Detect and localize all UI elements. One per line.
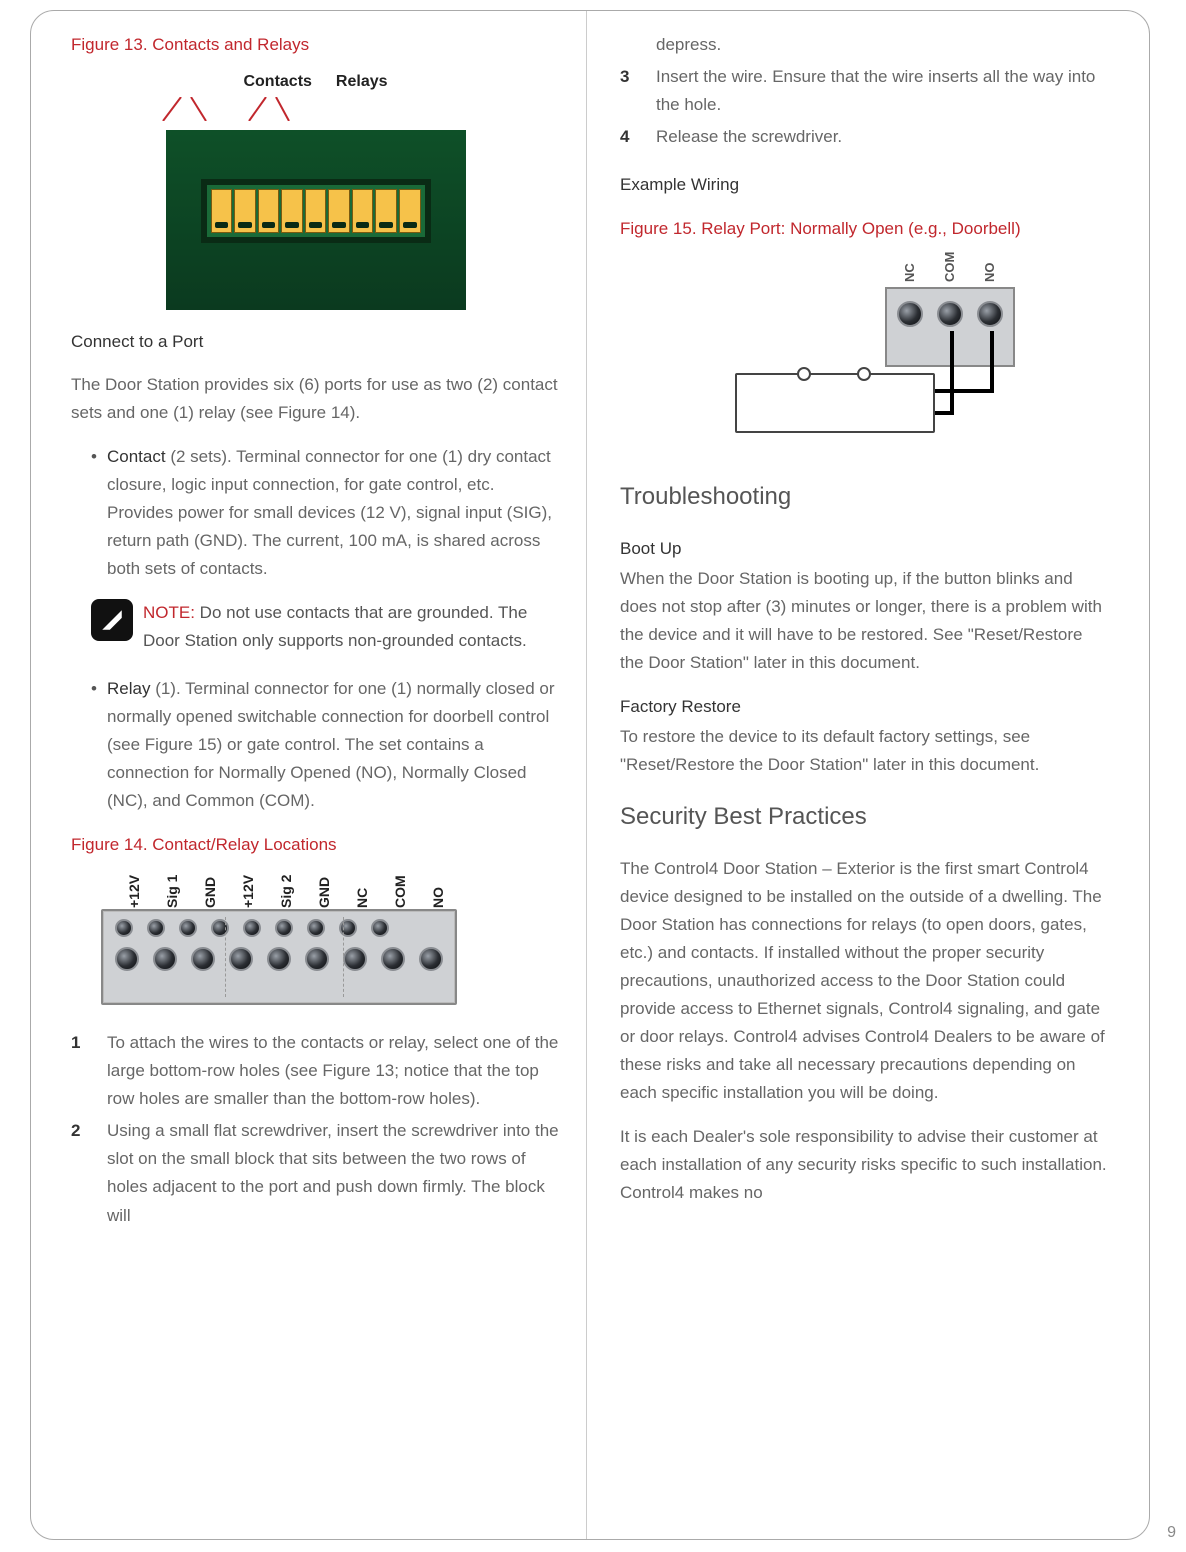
factory-restore-paragraph: To restore the device to its default fac… <box>620 723 1109 779</box>
bullet-contact: Contact (2 sets). Terminal connector for… <box>91 443 560 583</box>
lbl-12v-a: +12V <box>106 870 146 908</box>
connect-to-port-heading: Connect to a Port <box>71 328 560 356</box>
page-frame: Figure 13. Contacts and Relays Contacts … <box>30 10 1150 1540</box>
step-4-text: Release the screwdriver. <box>656 123 1109 151</box>
terminal-block-9 <box>101 909 457 1005</box>
note-row: NOTE: Do not use contacts that are groun… <box>91 599 560 655</box>
lbl15-nc: NC <box>890 254 920 282</box>
right-column: depress. 3 Insert the wire. Ensure that t… <box>620 31 1109 1519</box>
contact-text: (2 sets). Terminal connector for one (1)… <box>107 447 552 578</box>
lbl15-no: NO <box>970 254 1000 282</box>
step-num-1: 1 <box>71 1029 89 1113</box>
lbl-12v-b: +12V <box>220 870 260 908</box>
figure-14-labels: +12V Sig 1 GND +12V Sig 2 GND NC COM NO <box>101 869 461 909</box>
pcb-terminal-icon <box>201 179 431 243</box>
relay-text: (1). Terminal connector for one (1) norm… <box>107 679 555 810</box>
step-num-3: 3 <box>620 63 638 119</box>
term-relay: Relay <box>107 679 150 698</box>
note-text: Do not use contacts that are grounded. T… <box>143 603 527 650</box>
note-body: NOTE: Do not use contacts that are groun… <box>143 599 560 655</box>
label-contacts: Contacts <box>243 69 311 95</box>
steps-cont: depress. 3 Insert the wire. Ensure that t… <box>620 31 1109 151</box>
figure-14: +12V Sig 1 GND +12V Sig 2 GND NC COM NO <box>101 869 461 1005</box>
step-2-text: Using a small flat screwdriver, insert t… <box>107 1117 560 1229</box>
example-wiring-heading: Example Wiring <box>620 171 1109 199</box>
step-cont-blank <box>620 31 638 59</box>
lbl-com: COM <box>372 870 412 908</box>
lbl-nc: NC <box>334 870 374 908</box>
lbl-gnd-a: GND <box>182 870 222 908</box>
factory-restore-heading: Factory Restore <box>620 693 1109 721</box>
troubleshooting-heading: Troubleshooting <box>620 477 1109 517</box>
lbl-sig2: Sig 2 <box>258 870 298 908</box>
figure-13-arrows <box>71 97 371 121</box>
lbl-gnd-b: GND <box>296 870 336 908</box>
term-contact: Contact <box>107 447 166 466</box>
figure-13-labels: Contacts Relays <box>71 69 560 95</box>
bullet-relay: Relay (1). Terminal connector for one (1… <box>91 675 560 815</box>
security-paragraph-1: The Control4 Door Station – Exterior is … <box>620 855 1109 1107</box>
step-1-text: To attach the wires to the contacts or r… <box>107 1029 560 1113</box>
lbl15-com: COM <box>930 254 960 282</box>
steps-1-2: 1To attach the wires to the contacts or … <box>71 1029 560 1229</box>
page-number: 9 <box>1167 1520 1176 1546</box>
lbl-sig1: Sig 1 <box>144 870 184 908</box>
figure-13-photo <box>166 130 466 310</box>
step-num-4: 4 <box>620 123 638 151</box>
figure-15-device <box>735 373 935 433</box>
connect-to-port-paragraph: The Door Station provides six (6) ports … <box>71 371 560 427</box>
security-paragraph-2: It is each Dealer's sole responsibility … <box>620 1123 1109 1207</box>
note-icon <box>91 599 133 641</box>
column-divider <box>586 11 587 1539</box>
figure-13-caption: Figure 13. Contacts and Relays <box>71 31 560 59</box>
figure-15-caption: Figure 15. Relay Port: Normally Open (e.… <box>620 215 1109 243</box>
note-label: NOTE: <box>143 603 195 622</box>
left-column: Figure 13. Contacts and Relays Contacts … <box>71 31 560 1519</box>
figure-14-caption: Figure 14. Contact/Relay Locations <box>71 831 560 859</box>
step-num-2: 2 <box>71 1117 89 1229</box>
lbl-no: NO <box>410 870 450 908</box>
bootup-paragraph: When the Door Station is booting up, if … <box>620 565 1109 677</box>
label-relays: Relays <box>336 69 388 95</box>
bootup-heading: Boot Up <box>620 535 1109 563</box>
security-heading: Security Best Practices <box>620 797 1109 837</box>
figure-15-labels: NC COM NO <box>891 253 999 283</box>
step-3-text: Insert the wire. Ensure that the wire in… <box>656 63 1109 119</box>
figure-15: NC COM NO <box>705 253 1025 453</box>
step-2-cont: depress. <box>656 31 1109 59</box>
